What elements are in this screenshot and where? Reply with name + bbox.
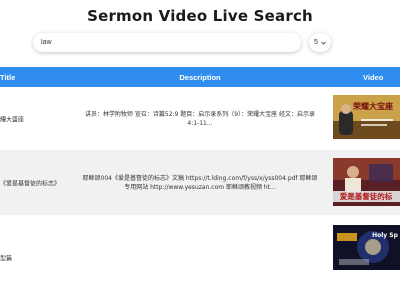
video-thumbnail[interactable]: 爱是基督徒的标: [333, 158, 400, 206]
thumbnail-caption: 荣耀大宝座: [352, 101, 393, 111]
header-description: Description: [179, 73, 221, 82]
table-header: Description Title Video: [0, 67, 400, 87]
table-row[interactable]: 《爱是基督徒的标志》 耶稣颂004《爱是基督徒的标志》文稿 https://t.…: [0, 150, 400, 215]
results-count-select[interactable]: 5: [309, 33, 331, 52]
thumbnail-caption: Holy Sp: [372, 232, 399, 239]
results-count-value: 5: [314, 39, 318, 46]
chevron-down-icon: [321, 41, 326, 45]
row-title: 《爱是基督徒的标志》: [0, 180, 61, 187]
header-video: Video: [363, 73, 384, 82]
header-title: Title: [0, 73, 16, 82]
row-description: 耶稣颂004《爱是基督徒的标志》文稿 https://t.lding.com/f…: [82, 174, 318, 191]
video-thumbnail[interactable]: 荣耀大宝座: [333, 95, 400, 139]
row-description: 讲员：林学附牧师 宣召：诗篇52:9 题目：启示录系列（9）：荣耀大宝座 经文：…: [84, 110, 315, 127]
table-row[interactable]: 耀大盛座 讲员：林学附牧师 宣召：诗篇52:9 题目：启示录系列（9）：荣耀大宝…: [0, 87, 400, 150]
search-input[interactable]: [33, 33, 301, 52]
row-title: 耀大盛座: [0, 116, 25, 123]
row-title: 型篇: [0, 255, 13, 262]
page-title: Sermon Video Live Search: [87, 7, 313, 25]
video-thumbnail[interactable]: Holy Sp: [333, 225, 400, 270]
table-row[interactable]: 型篇 Holy Sp: [0, 215, 400, 300]
thumbnail-caption: 爱是基督徒的标: [340, 191, 393, 201]
